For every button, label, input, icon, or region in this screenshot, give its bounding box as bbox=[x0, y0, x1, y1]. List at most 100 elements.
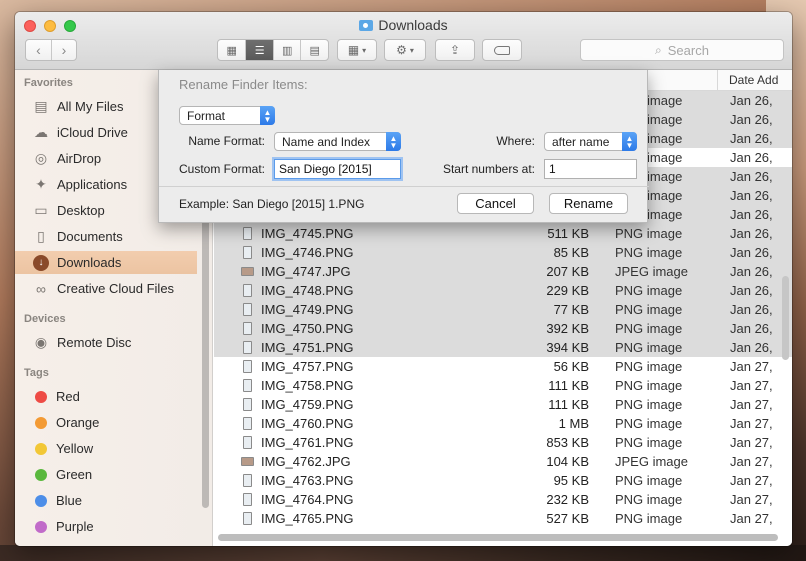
chevron-down-icon: ▾ bbox=[409, 45, 414, 55]
file-kind: PNG image bbox=[615, 473, 683, 488]
table-row[interactable]: IMG_4751.PNG 394 KB PNG image Jan 26, bbox=[214, 338, 792, 357]
name-format-popup[interactable]: Name and Index ▲ ▼ bbox=[274, 132, 401, 151]
file-date-added: Jan 26, bbox=[730, 93, 773, 108]
file-size: 77 KB bbox=[553, 302, 589, 317]
sidebar-item-tag-green[interactable]: Green bbox=[15, 463, 197, 486]
desktop-icon: ▭ bbox=[34, 202, 48, 218]
icon-view-button[interactable]: ▦ bbox=[218, 40, 245, 60]
file-date-added: Jan 27, bbox=[730, 416, 773, 431]
blue-tag-dot-icon bbox=[35, 494, 47, 507]
search-field[interactable]: ⌕ Search bbox=[580, 39, 784, 61]
table-row[interactable]: IMG_4760.PNG 1 MB PNG image Jan 27, bbox=[214, 414, 792, 433]
file-date-added: Jan 26, bbox=[730, 283, 773, 298]
sidebar-item-remote-disc[interactable]: ◉ Remote Disc bbox=[15, 331, 197, 354]
table-row[interactable]: IMG_4745.PNG 511 KB PNG image Jan 26, bbox=[214, 224, 792, 243]
rename-button[interactable]: Rename bbox=[549, 193, 628, 214]
vertical-scrollbar[interactable] bbox=[782, 276, 789, 360]
table-row[interactable]: IMG_4762.JPG 104 KB JPEG image Jan 27, bbox=[214, 452, 792, 471]
view-mode-group: ▦ ☰ ▥ ▤ bbox=[217, 39, 329, 61]
where-value: after name bbox=[552, 134, 610, 149]
disc-icon: ◉ bbox=[34, 334, 48, 350]
action-button[interactable]: ⚙ ▾ bbox=[384, 39, 426, 61]
png-file-icon bbox=[243, 227, 252, 240]
table-row[interactable]: IMG_4749.PNG 77 KB PNG image Jan 26, bbox=[214, 300, 792, 319]
applications-icon: ✦ bbox=[35, 176, 47, 192]
share-button[interactable]: ⇪ bbox=[435, 39, 475, 61]
sidebar-item-label: All My Files bbox=[57, 99, 124, 114]
table-row[interactable]: IMG_4761.PNG 853 KB PNG image Jan 27, bbox=[214, 433, 792, 452]
table-row[interactable]: IMG_4758.PNG 111 KB PNG image Jan 27, bbox=[214, 376, 792, 395]
table-row[interactable]: IMG_4759.PNG 111 KB PNG image Jan 27, bbox=[214, 395, 792, 414]
sidebar-item-label: Desktop bbox=[57, 203, 105, 218]
table-row[interactable]: IMG_4746.PNG 85 KB PNG image Jan 26, bbox=[214, 243, 792, 262]
table-row[interactable]: IMG_4765.PNG 527 KB PNG image Jan 27, bbox=[214, 509, 792, 528]
png-file-icon bbox=[243, 493, 252, 506]
file-name: IMG_4761.PNG bbox=[261, 435, 354, 450]
table-row[interactable]: IMG_4764.PNG 232 KB PNG image Jan 27, bbox=[214, 490, 792, 509]
sidebar-item-downloads[interactable]: ↓ Downloads bbox=[15, 251, 197, 274]
file-kind: PNG image bbox=[615, 283, 683, 298]
file-size: 56 KB bbox=[553, 359, 589, 374]
sidebar-scrollbar[interactable] bbox=[202, 218, 209, 508]
arrange-button[interactable]: ▦ ▾ bbox=[337, 39, 377, 61]
png-file-icon bbox=[243, 474, 252, 487]
sidebar-item-documents[interactable]: ▯ Documents bbox=[15, 225, 197, 248]
file-name: IMG_4747.JPG bbox=[261, 264, 351, 279]
where-popup[interactable]: after name ▲ ▼ bbox=[544, 132, 637, 151]
sidebar-item-label: Downloads bbox=[57, 255, 122, 270]
table-row[interactable]: IMG_4750.PNG 392 KB PNG image Jan 26, bbox=[214, 319, 792, 338]
custom-format-field[interactable]: San Diego [2015] bbox=[274, 159, 401, 179]
file-kind: JPEG image bbox=[615, 264, 688, 279]
red-tag-dot-icon bbox=[35, 390, 47, 403]
file-size: 232 KB bbox=[546, 492, 589, 507]
sidebar-item-label: Applications bbox=[57, 177, 128, 192]
table-row[interactable]: IMG_4747.JPG 207 KB JPEG image Jan 26, bbox=[214, 262, 792, 281]
file-size: 527 KB bbox=[546, 511, 589, 526]
sidebar-item-label: Yellow bbox=[56, 441, 94, 456]
table-row[interactable]: IMG_4757.PNG 56 KB PNG image Jan 27, bbox=[214, 357, 792, 376]
desktop-wallpaper-bottom bbox=[0, 545, 806, 561]
file-date-added: Jan 26, bbox=[730, 302, 773, 317]
column-view-button[interactable]: ▥ bbox=[272, 40, 301, 60]
sidebar-item-label: Green bbox=[56, 467, 93, 482]
list-icon: ☰ bbox=[254, 44, 265, 57]
file-date-added: Jan 26, bbox=[730, 188, 773, 203]
cancel-button[interactable]: Cancel bbox=[457, 193, 534, 214]
sidebar-header-devices: Devices bbox=[24, 313, 66, 325]
file-size: 853 KB bbox=[546, 435, 589, 450]
sidebar-item-tag-yellow[interactable]: Yellow bbox=[15, 437, 197, 460]
file-kind: PNG image bbox=[615, 245, 683, 260]
start-numbers-field[interactable]: 1 bbox=[544, 159, 637, 179]
forward-button[interactable]: › bbox=[50, 40, 76, 60]
png-file-icon bbox=[243, 398, 252, 411]
file-size: 392 KB bbox=[546, 321, 589, 336]
search-icon: ⌕ bbox=[655, 42, 662, 57]
file-kind: image bbox=[647, 188, 683, 203]
table-row[interactable]: IMG_4748.PNG 229 KB PNG image Jan 26, bbox=[214, 281, 792, 300]
rename-mode-value: Format bbox=[187, 108, 226, 123]
file-kind: PNG image bbox=[615, 511, 683, 526]
file-date-added: Jan 27, bbox=[730, 511, 773, 526]
sidebar-item-tag-purple[interactable]: Purple bbox=[15, 515, 197, 538]
file-date-added: Jan 27, bbox=[730, 378, 773, 393]
png-file-icon bbox=[243, 246, 252, 259]
search-placeholder: Search bbox=[667, 42, 709, 58]
sidebar-item-creative-cloud-files[interactable]: ∞ Creative Cloud Files bbox=[15, 277, 197, 300]
sheet-divider bbox=[159, 186, 649, 187]
sidebar-item-tag-orange[interactable]: Orange bbox=[15, 411, 197, 434]
chevron-right-icon: › bbox=[61, 42, 67, 58]
horizontal-scrollbar[interactable] bbox=[218, 534, 778, 541]
rename-mode-popup[interactable]: Format ▲ ▼ bbox=[179, 106, 275, 125]
edit-tags-button[interactable] bbox=[482, 39, 522, 61]
sidebar-item-tag-red[interactable]: Red bbox=[15, 385, 197, 408]
sidebar-item-tag-blue[interactable]: Blue bbox=[15, 489, 197, 512]
back-button[interactable]: ‹ bbox=[26, 40, 51, 60]
table-row[interactable]: IMG_4763.PNG 95 KB PNG image Jan 27, bbox=[214, 471, 792, 490]
column-header-date-added[interactable]: Date Add bbox=[717, 70, 792, 91]
sidebar-item-label: Blue bbox=[56, 493, 83, 508]
file-size: 111 KB bbox=[548, 397, 589, 412]
list-view-button[interactable]: ☰ bbox=[245, 40, 273, 60]
rename-finder-items-sheet: Rename Finder Items: Format ▲ ▼ Name Form… bbox=[158, 70, 649, 223]
cover-flow-button[interactable]: ▤ bbox=[300, 40, 328, 60]
downloads-icon: ↓ bbox=[32, 254, 50, 271]
